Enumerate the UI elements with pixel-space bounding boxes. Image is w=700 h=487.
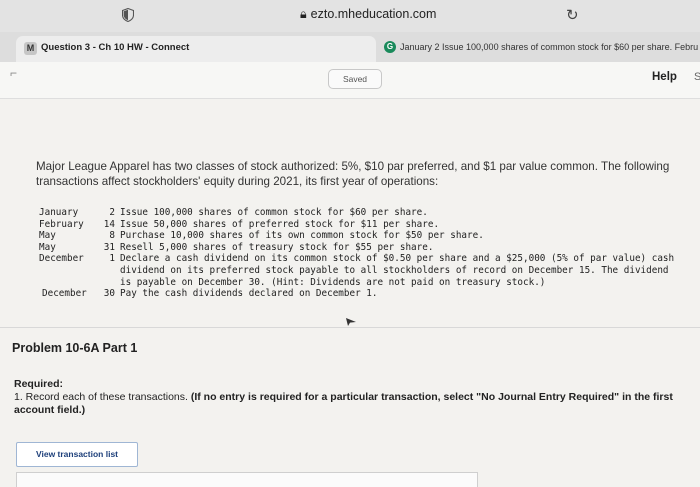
transaction-row: May 31 Resell 5,000 shares of treasury s…	[39, 242, 699, 254]
transaction-day: 30	[103, 288, 115, 300]
tab-connect[interactable]: M Question 3 - Ch 10 HW - Connect	[16, 36, 376, 62]
lock-icon: 🔒︎	[300, 7, 307, 21]
required-label: Required:	[14, 378, 64, 390]
reload-icon[interactable]: ↻	[566, 6, 579, 24]
transaction-row: February 14 Issue 50,000 shares of prefe…	[39, 219, 699, 231]
problem-intro: Major League Apparel has two classes of …	[36, 160, 670, 188]
mouse-cursor-icon	[346, 318, 356, 326]
transaction-description: Resell 5,000 shares of treasury stock fo…	[120, 241, 434, 253]
transaction-day: 8	[109, 230, 115, 242]
tab-google-search[interactable]: G January 2 Issue 100,000 shares of comm…	[384, 36, 700, 62]
address-bar: 🔒︎ ezto.mheducation.com ↻	[0, 0, 700, 32]
google-favicon-icon: G	[384, 41, 396, 53]
connect-favicon-icon: M	[24, 42, 37, 55]
page-curl-icon: ⌐	[10, 66, 18, 80]
transaction-month: May	[39, 241, 56, 253]
transactions-list: January 2 Issue 100,000 shares of common…	[39, 207, 699, 300]
transaction-description: Issue 100,000 shares of common stock for…	[120, 207, 428, 218]
journal-entry-panel	[16, 472, 478, 487]
header-cutoff-text: S	[694, 71, 700, 83]
saved-status-badge: Saved	[328, 69, 382, 89]
tab-bar: M Question 3 - Ch 10 HW - Connect G Janu…	[0, 32, 700, 62]
transaction-row: January 2 Issue 100,000 shares of common…	[39, 207, 699, 219]
transaction-description: Pay the cash dividends declared on Decem…	[120, 288, 378, 300]
tab-title: Question 3 - Ch 10 HW - Connect	[41, 42, 190, 53]
tab-title: January 2 Issue 100,000 shares of common…	[400, 42, 699, 52]
view-transaction-list-button[interactable]: View transaction list	[16, 442, 138, 467]
transaction-month: December	[42, 288, 87, 300]
transaction-month: February	[39, 218, 84, 230]
required-instructions: Required: 1. Record each of these transa…	[14, 378, 700, 417]
transaction-month: May	[39, 230, 56, 242]
url-field[interactable]: 🔒︎ ezto.mheducation.com	[300, 7, 436, 22]
transaction-description: Issue 50,000 shares of preferred stock f…	[120, 218, 440, 230]
transaction-day: 14	[103, 218, 115, 230]
required-body: 1. Record each of these transactions. (I…	[14, 391, 700, 417]
help-button[interactable]: Help	[652, 71, 677, 83]
transaction-day: 1	[109, 253, 115, 265]
url-text: ezto.mheducation.com	[310, 7, 437, 21]
app-header: ⌐ Saved Help S	[0, 62, 700, 99]
required-text: 1. Record each of these transactions.	[14, 391, 188, 403]
transaction-row: May 8 Purchase 10,000 shares of its own …	[39, 230, 699, 242]
transaction-month: December	[39, 253, 84, 265]
transaction-row: December 30 Pay the cash dividends decla…	[39, 288, 699, 300]
transaction-row: December 1 Declare a cash dividend on it…	[39, 253, 699, 288]
transaction-description: Purchase 10,000 shares of its own common…	[120, 230, 484, 242]
transaction-day: 2	[109, 207, 115, 218]
part-title: Problem 10-6A Part 1	[12, 341, 138, 355]
section-divider	[0, 327, 700, 328]
transaction-description: Declare a cash dividend on its common st…	[120, 253, 675, 288]
privacy-shield-icon[interactable]	[122, 8, 134, 22]
transaction-day: 31	[103, 241, 115, 253]
transaction-month: January	[39, 207, 79, 218]
